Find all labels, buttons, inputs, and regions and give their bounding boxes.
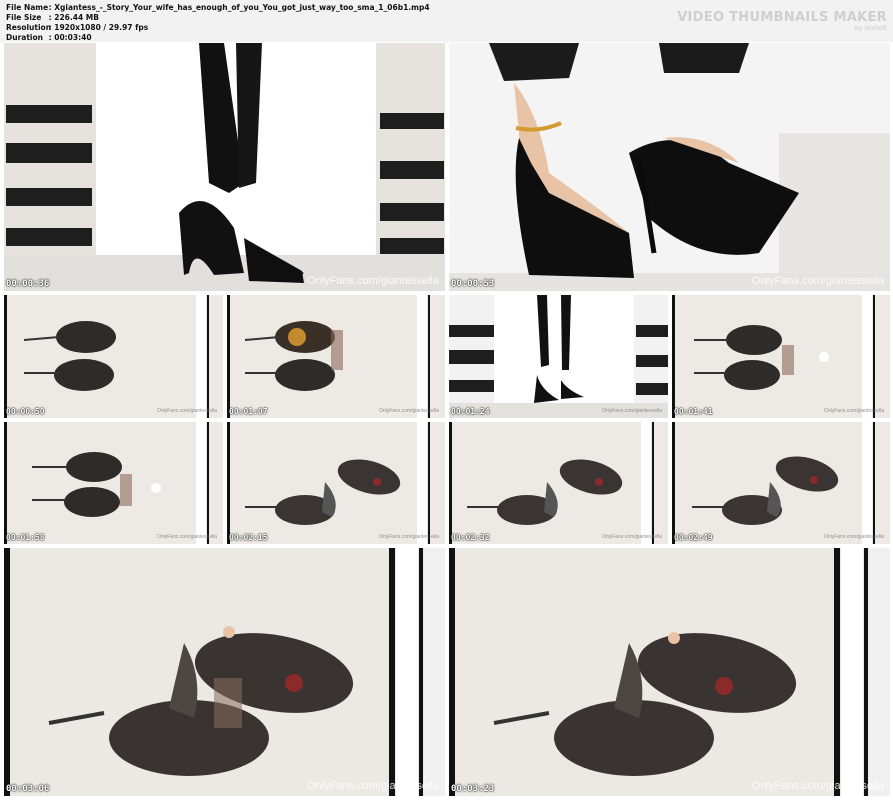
scene-shoe-crush bbox=[227, 422, 445, 544]
resolution-label: Resolution bbox=[6, 23, 52, 32]
timestamp: 00:03:06 bbox=[6, 784, 50, 794]
brand-subtitle: by VovSoft bbox=[855, 25, 887, 32]
timestamp: 00:02:49 bbox=[674, 533, 713, 542]
file-size-label: File Size bbox=[6, 13, 42, 22]
timestamp: 00:00:36 bbox=[6, 279, 50, 289]
watermark: OnlyFans.com/giantessella bbox=[306, 780, 439, 792]
watermark: OnlyFans.com/giantessella bbox=[306, 275, 439, 287]
duration-label: Duration bbox=[6, 33, 43, 42]
watermark: OnlyFans.com/giantessella bbox=[156, 408, 217, 414]
scene-shoe-crush bbox=[4, 548, 445, 796]
duration-value: : 00:03:40 bbox=[48, 33, 92, 42]
timestamp: 00:00:50 bbox=[6, 407, 45, 416]
thumbnail[interactable]: 00:00:53 OnlyFans.com/giantessella bbox=[449, 43, 890, 291]
timestamp: 00:01:41 bbox=[674, 407, 713, 416]
timestamp: 00:02:32 bbox=[451, 533, 490, 542]
brand-title: VIDEO THUMBNAILS MAKER bbox=[677, 10, 887, 25]
thumbnail[interactable]: 00:01:07 OnlyFans.com/giantessella bbox=[227, 295, 445, 418]
file-info: File Name : Xgiantess_-_Story_Your_wife_… bbox=[6, 3, 430, 43]
scene-heels-closeup bbox=[449, 43, 890, 291]
watermark: OnlyFans.com/giantessella bbox=[823, 534, 884, 540]
brand-logo: VIDEO THUMBNAILS MAKER by VovSoft bbox=[677, 10, 887, 32]
scene-shoe-crush bbox=[449, 422, 668, 544]
file-name-value: : Xgiantess_-_Story_Your_wife_has_enough… bbox=[48, 3, 430, 12]
watermark: OnlyFans.com/giantessella bbox=[378, 534, 439, 540]
scene-shoe-crush bbox=[672, 422, 890, 544]
watermark: OnlyFans.com/giantessella bbox=[751, 275, 884, 287]
scene-shoe-soles bbox=[672, 295, 890, 418]
resolution-value: : 1920x1080 / 29.97 fps bbox=[48, 23, 149, 32]
timestamp: 00:02:15 bbox=[229, 533, 268, 542]
watermark: OnlyFans.com/giantessella bbox=[378, 408, 439, 414]
thumbnail[interactable]: 00:02:15 OnlyFans.com/giantessella bbox=[227, 422, 445, 544]
timestamp: 00:01:07 bbox=[229, 407, 268, 416]
header: File Name : Xgiantess_-_Story_Your_wife_… bbox=[0, 0, 893, 42]
scene-shoe-soles bbox=[227, 295, 445, 418]
thumbnail[interactable]: 00:03:23 OnlyFans.com/giantessella bbox=[449, 548, 890, 796]
scene-shoe-soles bbox=[4, 422, 223, 544]
thumbnail[interactable]: 00:00:50 OnlyFans.com/giantessella bbox=[4, 295, 223, 418]
thumbnail[interactable]: 00:02:49 OnlyFans.com/giantessella bbox=[672, 422, 890, 544]
watermark: OnlyFans.com/giantessella bbox=[601, 534, 662, 540]
watermark: OnlyFans.com/giantessella bbox=[156, 534, 217, 540]
scene-shoe-shelves bbox=[4, 43, 445, 291]
timestamp: 00:03:23 bbox=[451, 784, 495, 794]
watermark: OnlyFans.com/giantessella bbox=[751, 780, 884, 792]
thumbnail[interactable]: 00:03:06 OnlyFans.com/giantessella bbox=[4, 548, 445, 796]
timestamp: 00:01:24 bbox=[451, 407, 490, 416]
scene-shoe-soles bbox=[4, 295, 223, 418]
watermark: OnlyFans.com/giantessella bbox=[823, 408, 884, 414]
timestamp: 00:00:53 bbox=[451, 279, 495, 289]
scene-shoe-shelves bbox=[449, 295, 668, 418]
watermark: OnlyFans.com/giantessella bbox=[601, 408, 662, 414]
thumbnail[interactable]: 00:01:41 OnlyFans.com/giantessella bbox=[672, 295, 890, 418]
thumbnail[interactable]: 00:02:32 OnlyFans.com/giantessella bbox=[449, 422, 668, 544]
file-name-label: File Name bbox=[6, 3, 49, 12]
timestamp: 00:01:58 bbox=[6, 533, 45, 542]
file-size-value: : 226.44 MB bbox=[48, 13, 99, 22]
scene-shoe-crush bbox=[449, 548, 890, 796]
thumbnail[interactable]: 00:00:36 OnlyFans.com/giantessella bbox=[4, 43, 445, 291]
thumbnail[interactable]: 00:01:58 OnlyFans.com/giantessella bbox=[4, 422, 223, 544]
thumbnail[interactable]: 00:01:24 OnlyFans.com/giantessella bbox=[449, 295, 668, 418]
